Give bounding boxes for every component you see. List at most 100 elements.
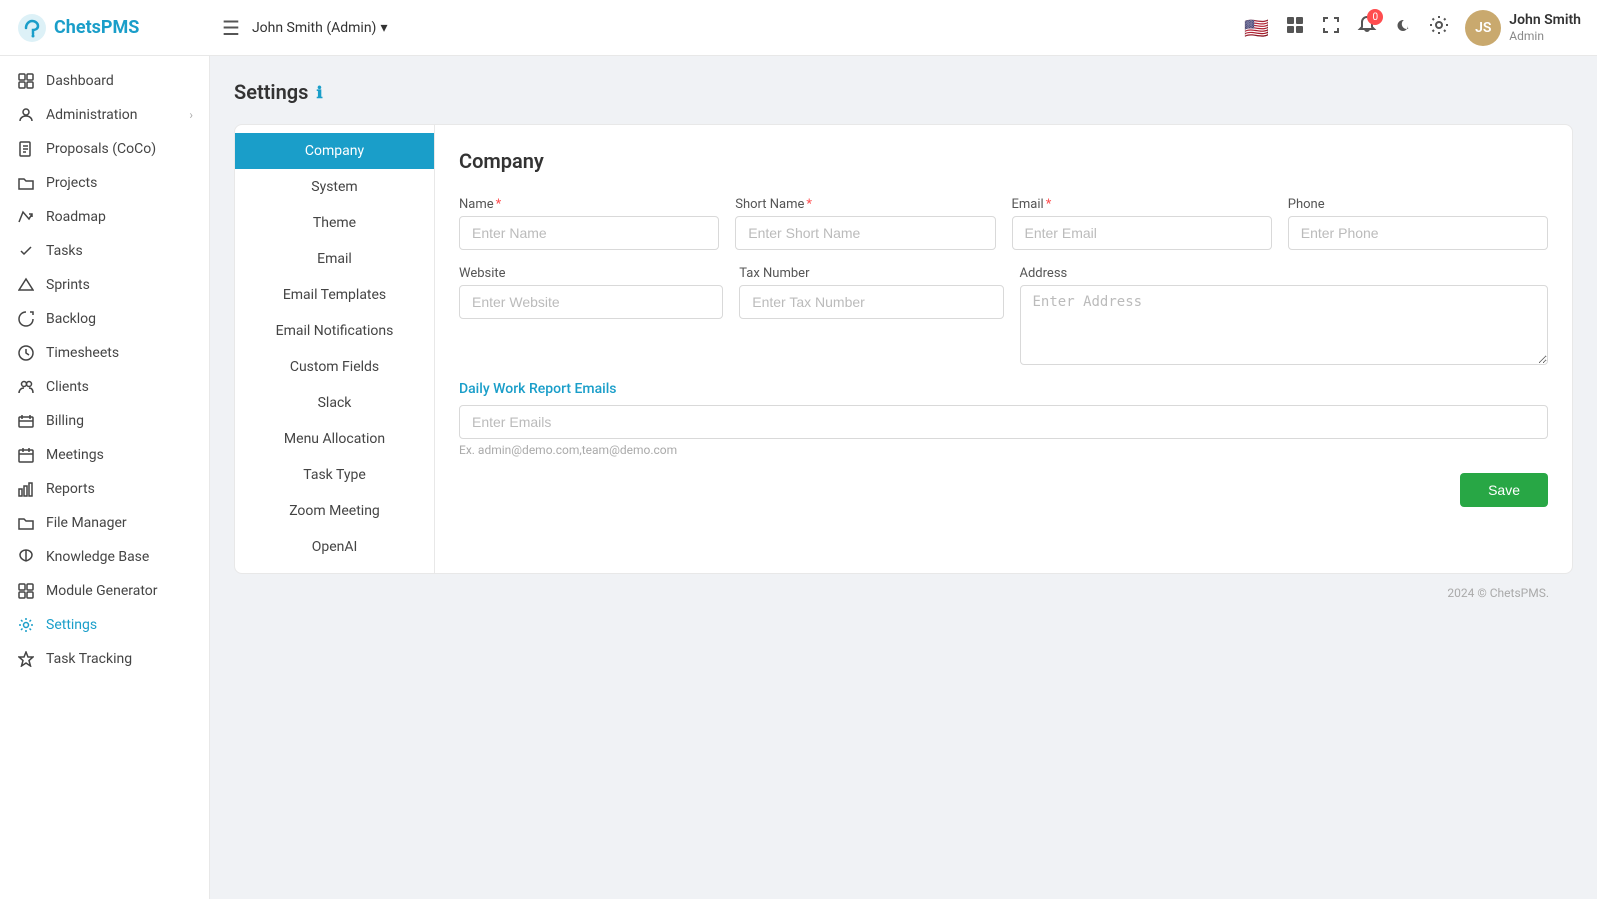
proposals-icon [16,141,36,157]
sidebar-item-label-billing: Billing [46,413,193,429]
page-info-icon[interactable]: ℹ [316,83,322,102]
settings-nav-email[interactable]: Email [235,241,434,277]
notification-icon[interactable]: 0 [1357,15,1377,40]
sidebar-item-label-module-generator: Module Generator [46,583,193,599]
phone-label: Phone [1288,197,1548,212]
form-group-name: Name* [459,197,719,250]
grid-apps-icon[interactable] [1285,15,1305,40]
daily-work-hint: Ex. admin@demo.com,team@demo.com [459,443,1548,457]
settings-nav-menu-allocation[interactable]: Menu Allocation [235,421,434,457]
user-select-arrow: ▾ [380,20,387,36]
sidebar-item-label-sprints: Sprints [46,277,193,293]
sidebar-item-label-projects: Projects [46,175,193,191]
settings-nav-email-notifications[interactable]: Email Notifications [235,313,434,349]
form-group-tax: Tax Number [739,266,1003,365]
sidebar-item-dashboard[interactable]: Dashboard [0,64,209,98]
sidebar-item-backlog[interactable]: Backlog [0,302,209,336]
settings-nav-zoom-meeting[interactable]: Zoom Meeting [235,493,434,529]
name-input[interactable] [459,216,719,250]
daily-work-section: Daily Work Report Emails Ex. admin@demo.… [459,381,1548,457]
sidebar-item-reports[interactable]: Reports [0,472,209,506]
sidebar-item-clients[interactable]: Clients [0,370,209,404]
logo[interactable]: ChetsPMS [16,12,206,44]
language-flag-icon[interactable]: 🇺🇸 [1244,16,1269,40]
settings-gear-icon[interactable] [1429,15,1449,40]
form-footer: Save [459,473,1548,507]
sidebar-item-task-tracking[interactable]: Task Tracking [0,642,209,676]
sidebar-item-sprints[interactable]: Sprints [0,268,209,302]
settings-icon [16,617,36,633]
tax-input[interactable] [739,285,1003,319]
footer-text: 2024 © ChetsPMS. [1447,586,1549,600]
settings-nav-theme[interactable]: Theme [235,205,434,241]
sidebar-item-file-manager[interactable]: File Manager [0,506,209,540]
website-input[interactable] [459,285,723,319]
form-group-website: Website [459,266,723,365]
phone-input[interactable] [1288,216,1548,250]
dark-mode-icon[interactable] [1393,15,1413,40]
sidebar-item-module-generator[interactable]: Module Generator [0,574,209,608]
form-row-2: Website Tax Number Address [459,266,1548,365]
sidebar-item-label-dashboard: Dashboard [46,73,193,89]
settings-nav-slack[interactable]: Slack [235,385,434,421]
settings-nav-company[interactable]: Company [235,133,434,169]
sidebar-item-proposals[interactable]: Proposals (CoCo) [0,132,209,166]
settings-nav-email-templates[interactable]: Email Templates [235,277,434,313]
avatar: JS [1465,10,1501,46]
sidebar-item-meetings[interactable]: Meetings [0,438,209,472]
name-label: Name* [459,197,719,212]
hamburger-button[interactable]: ☰ [222,16,240,40]
administration-icon [16,107,36,123]
fullscreen-icon[interactable] [1321,15,1341,40]
sidebar-item-label-proposals: Proposals (CoCo) [46,141,193,157]
sidebar-item-label-task-tracking: Task Tracking [46,651,193,667]
save-button[interactable]: Save [1460,473,1548,507]
sidebar-item-administration[interactable]: Administration› [0,98,209,132]
backlog-icon [16,311,36,327]
knowledge-base-icon [16,549,36,565]
settings-nav-task-type[interactable]: Task Type [235,457,434,493]
reports-icon [16,481,36,497]
form-row-1: Name* Short Name* Email* [459,197,1548,250]
dashboard-icon [16,73,36,89]
sidebar-item-roadmap[interactable]: Roadmap [0,200,209,234]
settings-form: Company Name* Short Name* [435,125,1572,573]
sidebar-item-label-tasks: Tasks [46,243,193,259]
sidebar-item-label-timesheets: Timesheets [46,345,193,361]
address-input[interactable] [1020,285,1549,365]
sidebar-item-label-reports: Reports [46,481,193,497]
footer: 2024 © ChetsPMS. [234,574,1573,612]
daily-work-label: Daily Work Report Emails [459,381,1548,397]
short-name-label: Short Name* [735,197,995,212]
email-input[interactable] [1012,216,1272,250]
sidebar-item-label-backlog: Backlog [46,311,193,327]
sidebar-item-projects[interactable]: Projects [0,166,209,200]
short-name-input[interactable] [735,216,995,250]
user-display-role: Admin [1509,29,1581,45]
sidebar-item-knowledge-base[interactable]: Knowledge Base [0,540,209,574]
sidebar-item-tasks[interactable]: Tasks [0,234,209,268]
notification-badge: 0 [1367,9,1383,25]
user-display-name: John Smith [1509,11,1581,29]
sprints-icon [16,277,36,293]
settings-nav: CompanySystemThemeEmailEmail TemplatesEm… [235,125,435,573]
timesheets-icon [16,345,36,361]
email-label: Email* [1012,197,1272,212]
sidebar-item-billing[interactable]: Billing [0,404,209,438]
settings-nav-openai[interactable]: OpenAI [235,529,434,565]
sidebar-item-label-file-manager: File Manager [46,515,193,531]
main-content: Settings ℹ CompanySystemThemeEmailEmail … [210,56,1597,899]
sidebar-item-settings[interactable]: Settings [0,608,209,642]
daily-work-input[interactable] [459,405,1548,439]
tax-label: Tax Number [739,266,1003,281]
file-manager-icon [16,515,36,531]
page-title: Settings ℹ [234,80,1573,104]
module-generator-icon [16,583,36,599]
administration-arrow-icon: › [189,108,193,122]
settings-nav-custom-fields[interactable]: Custom Fields [235,349,434,385]
user-avatar-section[interactable]: JS John Smith Admin [1465,10,1581,46]
settings-nav-system[interactable]: System [235,169,434,205]
sidebar-item-timesheets[interactable]: Timesheets [0,336,209,370]
user-select-dropdown[interactable]: John Smith (Admin) ▾ [252,20,388,36]
task-tracking-icon [16,651,36,667]
